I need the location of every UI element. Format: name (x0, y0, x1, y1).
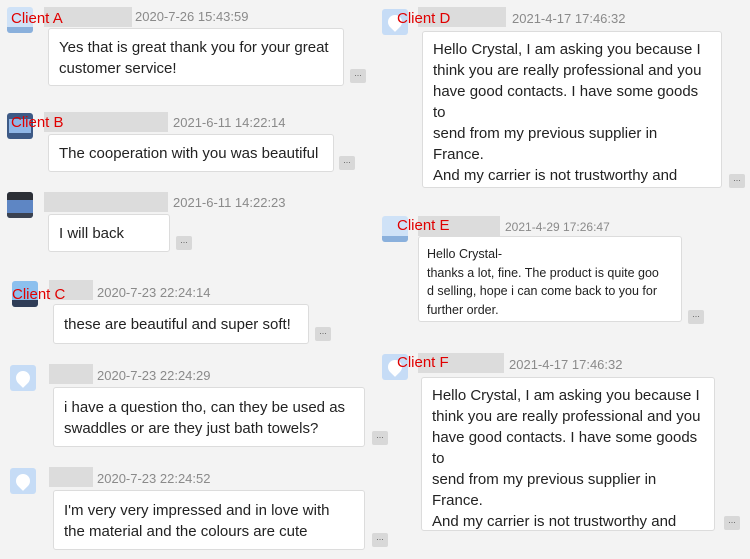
more-options-button[interactable]: ... (315, 327, 331, 341)
client-label: Client D (397, 10, 451, 27)
more-options-button[interactable]: ... (350, 69, 366, 83)
message-timestamp: 2020-7-23 22:24:52 (97, 471, 211, 486)
message-timestamp: 2021-4-17 17:46:32 (509, 357, 623, 372)
message-timestamp: 2020-7-23 22:24:29 (97, 368, 211, 383)
avatar[interactable] (10, 468, 36, 494)
message-timestamp: 2021-6-11 14:22:14 (173, 115, 286, 130)
redacted-name (44, 192, 168, 212)
message-bubble[interactable]: these are beautiful and super soft! (53, 304, 309, 344)
message-timestamp: 2020-7-23 22:24:14 (97, 285, 211, 300)
more-options-button[interactable]: ... (372, 431, 388, 445)
message-timestamp: 2021-4-29 17:26:47 (505, 220, 610, 234)
message-bubble[interactable]: Hello Crystal- thanks a lot, fine. The p… (418, 236, 682, 322)
message-timestamp: 2020-7-26 15:43:59 (135, 9, 249, 24)
more-options-button[interactable]: ... (339, 156, 355, 170)
client-label: Client B (11, 114, 64, 131)
message-bubble[interactable]: i have a question tho, can they be used … (53, 387, 365, 447)
more-options-button[interactable]: ... (688, 310, 704, 324)
message-bubble[interactable]: I'm very very impressed and in love with… (53, 490, 365, 550)
client-label: Client F (397, 354, 449, 371)
message-timestamp: 2021-6-11 14:22:23 (173, 195, 286, 210)
more-options-button[interactable]: ... (729, 174, 745, 188)
more-options-button[interactable]: ... (372, 533, 388, 547)
redacted-name (49, 364, 93, 384)
avatar[interactable] (7, 192, 33, 218)
message-timestamp: 2021-4-17 17:46:32 (512, 11, 626, 26)
client-label: Client C (12, 286, 66, 303)
client-label: Client E (397, 217, 450, 234)
redacted-name (49, 467, 93, 487)
client-label: Client A (11, 10, 63, 27)
message-bubble[interactable]: Hello Crystal, I am asking you because I… (421, 377, 715, 531)
more-options-button[interactable]: ... (724, 516, 740, 530)
more-options-button[interactable]: ... (176, 236, 192, 250)
message-bubble[interactable]: Hello Crystal, I am asking you because I… (422, 31, 722, 188)
avatar[interactable] (10, 365, 36, 391)
message-bubble[interactable]: The cooperation with you was beautiful (48, 134, 334, 172)
message-bubble[interactable]: I will back soon (48, 214, 170, 252)
message-bubble[interactable]: Yes that is great thank you for your gre… (48, 28, 344, 86)
